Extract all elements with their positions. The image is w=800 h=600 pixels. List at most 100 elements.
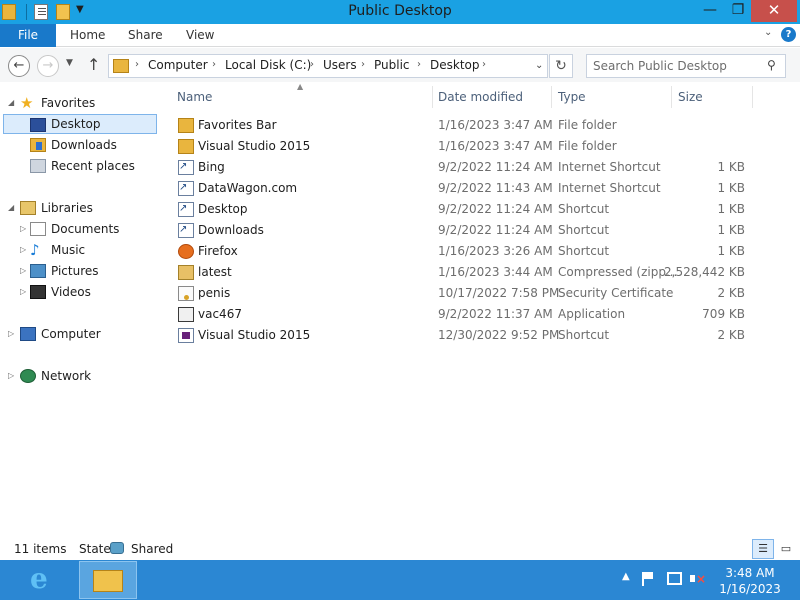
breadcrumb-separator-icon[interactable]: ›	[361, 59, 365, 70]
file-type: Shortcut	[558, 202, 610, 216]
downloads-icon	[30, 138, 46, 152]
collapsed-chevron-icon[interactable]: ▷	[8, 324, 14, 344]
details-view-button[interactable]: ☰	[752, 539, 774, 559]
sidebar-item-recent-places[interactable]: Recent places	[8, 156, 148, 176]
file-size: 1 KB	[717, 244, 745, 258]
sidebar-item-desktop[interactable]: Desktop	[3, 114, 157, 134]
column-divider[interactable]	[752, 86, 753, 108]
file-size: 709 KB	[702, 307, 745, 321]
tab-home[interactable]: Home	[70, 24, 105, 47]
table-row[interactable]: vac467 9/2/2022 11:37 AM Application 709…	[173, 304, 753, 325]
breadcrumb-public[interactable]: Public	[374, 58, 410, 72]
search-box[interactable]: ⚲	[586, 54, 786, 78]
expanded-chevron-icon[interactable]: ◢	[8, 93, 14, 113]
table-row[interactable]: Visual Studio 2015 1/16/2023 3:47 AM Fil…	[173, 136, 753, 157]
network-tray-icon[interactable]	[667, 572, 682, 585]
column-divider[interactable]	[551, 86, 552, 108]
collapsed-chevron-icon[interactable]: ▷	[20, 261, 26, 281]
file-date-modified: 9/2/2022 11:24 AM	[438, 202, 553, 216]
star-icon: ★	[20, 94, 34, 112]
table-row[interactable]: Downloads 9/2/2022 11:24 AM Shortcut 1 K…	[173, 219, 753, 241]
sidebar-item-label: Pictures	[51, 264, 99, 278]
shortcut-icon	[178, 219, 194, 240]
breadcrumb-local-disk[interactable]: Local Disk (C:)	[225, 58, 311, 72]
large-icons-view-button[interactable]: ▭	[775, 539, 797, 559]
internet-shortcut-icon	[178, 177, 194, 198]
table-row[interactable]: penis 10/17/2022 7:58 PM Security Certif…	[173, 283, 753, 304]
breadcrumb-separator-icon[interactable]: ›	[310, 59, 314, 70]
folder-icon	[178, 118, 194, 133]
recent-places-icon	[30, 159, 46, 173]
address-history-chevron-icon[interactable]: ⌄	[535, 60, 543, 71]
tab-share[interactable]: Share	[128, 24, 163, 47]
action-center-flag-icon[interactable]	[642, 572, 654, 586]
back-button[interactable]: ←	[8, 55, 30, 77]
column-header-type[interactable]: Type	[558, 90, 586, 104]
breadcrumb-computer[interactable]: Computer	[148, 58, 208, 72]
collapsed-chevron-icon[interactable]: ▷	[8, 366, 14, 386]
table-row[interactable]: DataWagon.com 9/2/2022 11:43 AM Internet…	[173, 177, 753, 199]
file-explorer-taskbar-button[interactable]	[79, 561, 137, 599]
file-name: penis	[198, 286, 231, 300]
up-button[interactable]: ↑	[87, 55, 100, 74]
desktop-icon	[30, 118, 46, 132]
computer-icon	[20, 327, 36, 341]
music-icon: ♪	[30, 241, 40, 259]
sidebar-item-computer[interactable]: ▷ Computer	[8, 324, 148, 344]
table-row[interactable]: Firefox 1/16/2023 3:26 AM Shortcut 1 KB	[173, 241, 753, 262]
help-icon[interactable]: ?	[781, 27, 796, 42]
navigation-pane: ◢ ★ Favorites Desktop Downloads Recent p…	[0, 88, 160, 533]
column-divider[interactable]	[432, 86, 433, 108]
maximize-button[interactable]: ❐	[725, 0, 751, 22]
breadcrumb-separator-icon[interactable]: ›	[212, 59, 216, 70]
address-bar[interactable]: › Computer › Local Disk (C:) › Users › P…	[108, 54, 548, 78]
expand-ribbon-chevron-icon[interactable]: ⌄	[764, 27, 772, 38]
sidebar-item-libraries[interactable]: ◢ Libraries	[8, 198, 148, 218]
sidebar-item-music[interactable]: ▷ ♪ Music	[8, 240, 148, 260]
column-header-date-modified[interactable]: Date modified	[438, 90, 523, 104]
table-row[interactable]: Visual Studio 2015 12/30/2022 9:52 PM Sh…	[173, 325, 753, 346]
internet-explorer-taskbar-button[interactable]: e	[22, 563, 62, 597]
recent-locations-chevron-icon[interactable]: ▼	[66, 58, 73, 68]
table-row[interactable]: Desktop 9/2/2022 11:24 AM Shortcut 1 KB	[173, 198, 753, 220]
internet-shortcut-icon	[178, 156, 194, 177]
column-divider[interactable]	[671, 86, 672, 108]
table-row[interactable]: Bing 9/2/2022 11:24 AM Internet Shortcut…	[173, 156, 753, 178]
shortcut-icon	[178, 198, 194, 219]
table-row[interactable]: latest 1/16/2023 3:44 AM Compressed (zip…	[173, 262, 753, 283]
visual-studio-icon	[178, 328, 194, 343]
file-size: 2 KB	[717, 286, 745, 300]
collapsed-chevron-icon[interactable]: ▷	[20, 219, 26, 239]
close-button[interactable]: ✕	[751, 0, 797, 22]
collapsed-chevron-icon[interactable]: ▷	[20, 240, 26, 260]
sidebar-item-documents[interactable]: ▷ Documents	[8, 219, 148, 239]
sidebar-item-favorites[interactable]: ◢ ★ Favorites	[8, 93, 148, 113]
collapsed-chevron-icon[interactable]: ▷	[20, 282, 26, 302]
expanded-chevron-icon[interactable]: ◢	[8, 198, 14, 218]
sidebar-item-network[interactable]: ▷ Network	[8, 366, 148, 386]
table-row[interactable]: Favorites Bar 1/16/2023 3:47 AM File fol…	[173, 115, 753, 136]
search-icon[interactable]: ⚲	[767, 58, 776, 72]
refresh-button[interactable]: ↻	[549, 54, 573, 78]
volume-muted-icon[interactable]	[690, 572, 706, 586]
sidebar-item-downloads[interactable]: Downloads	[8, 135, 148, 155]
show-hidden-icons-chevron-icon[interactable]: ▲	[622, 571, 630, 582]
column-header-name[interactable]: Name	[177, 90, 212, 104]
tab-file[interactable]: File	[0, 24, 56, 47]
search-input[interactable]	[593, 58, 763, 74]
ribbon-tabs: File Home Share View ⌄ ?	[0, 24, 800, 47]
column-header-size[interactable]: Size	[678, 90, 703, 104]
breadcrumb-separator-icon[interactable]: ›	[482, 59, 486, 70]
breadcrumb-users[interactable]: Users	[323, 58, 357, 72]
breadcrumb-separator-icon[interactable]: ›	[417, 59, 421, 70]
sidebar-item-videos[interactable]: ▷ Videos	[8, 282, 148, 302]
breadcrumb-separator-icon[interactable]: ›	[135, 59, 139, 70]
certificate-icon	[178, 286, 194, 301]
breadcrumb-desktop[interactable]: Desktop	[430, 58, 480, 72]
tab-view[interactable]: View	[186, 24, 214, 47]
taskbar-clock[interactable]: 3:48 AM 1/16/2023	[712, 565, 788, 597]
forward-button[interactable]: →	[37, 55, 59, 77]
sidebar-item-label: Documents	[51, 222, 120, 236]
sidebar-item-pictures[interactable]: ▷ Pictures	[8, 261, 148, 281]
minimize-button[interactable]: —	[695, 0, 725, 22]
